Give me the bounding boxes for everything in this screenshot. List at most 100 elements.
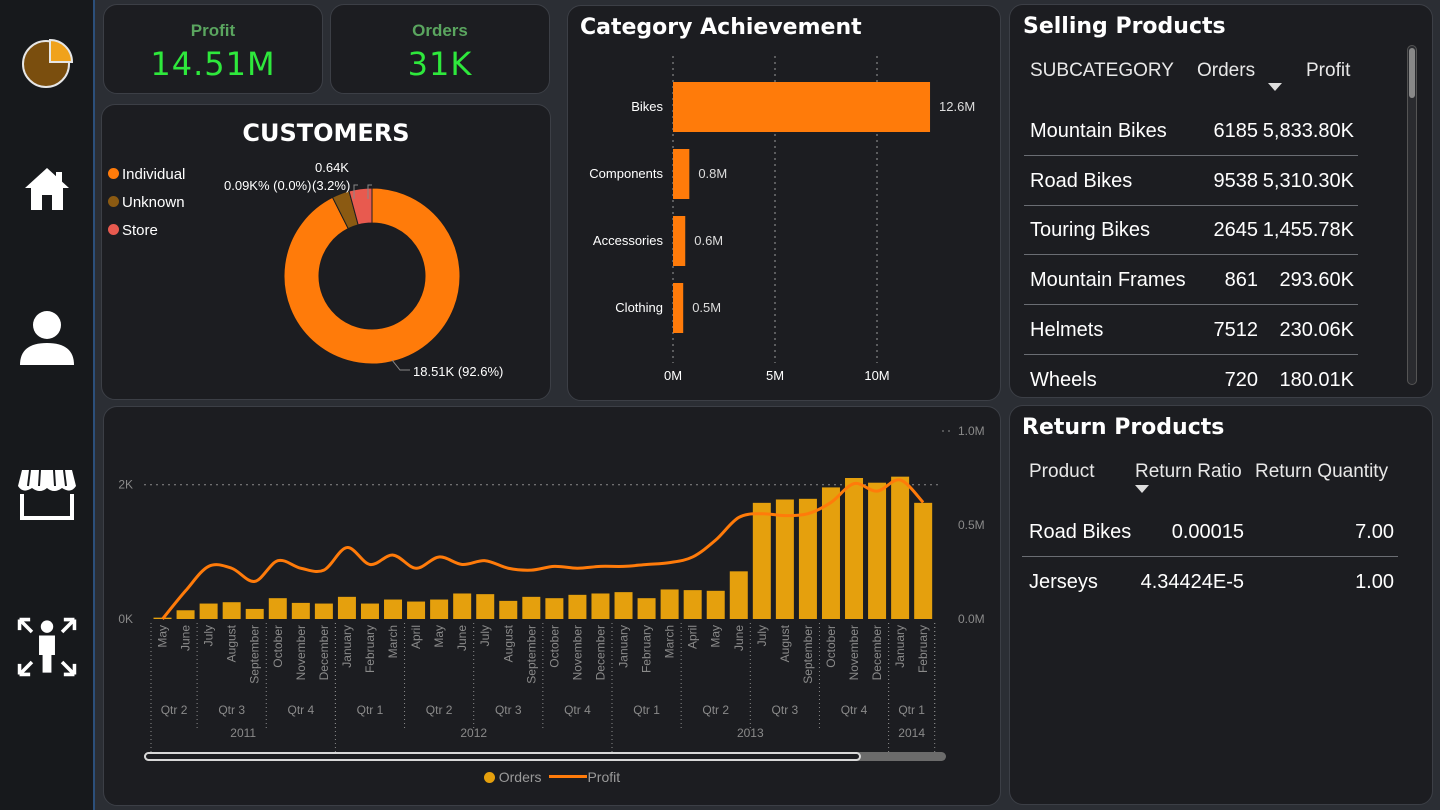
table-row[interactable]: Wheels 720 180.01K bbox=[1024, 355, 1358, 398]
home-icon[interactable] bbox=[16, 158, 78, 220]
y2-tick-label: 0.5M bbox=[958, 518, 985, 532]
quarter-label: Qtr 1 bbox=[898, 703, 925, 717]
quarter-label: Qtr 3 bbox=[772, 703, 799, 717]
category-bar[interactable] bbox=[673, 283, 684, 333]
orders-bar[interactable] bbox=[868, 482, 887, 619]
orders-bar[interactable] bbox=[476, 594, 495, 619]
month-label: October bbox=[824, 625, 838, 668]
return-products-card: Return Products Product Return Ratio Ret… bbox=[1009, 405, 1433, 805]
orders-bar[interactable] bbox=[430, 599, 449, 619]
orders-bar[interactable] bbox=[199, 603, 218, 619]
table-row[interactable]: Touring Bikes 2645 1,455.78K bbox=[1024, 205, 1358, 256]
table-row[interactable]: Helmets 7512 230.06K bbox=[1024, 305, 1358, 355]
pie-logo-icon[interactable] bbox=[16, 32, 78, 94]
orders-bar[interactable] bbox=[176, 610, 195, 619]
orders-profit-trend-card: 2K 0K 1.0M 0.5M 0.0M May June July August Septemb… bbox=[103, 406, 1001, 806]
col-header-orders[interactable]: Orders bbox=[1197, 60, 1255, 82]
table-row[interactable]: Mountain Frames 861 293.60K bbox=[1024, 255, 1358, 306]
col-header-profit[interactable]: Profit bbox=[1306, 60, 1350, 82]
orders-bar[interactable] bbox=[591, 593, 610, 619]
month-label: August bbox=[778, 624, 792, 662]
month-label: December bbox=[317, 625, 331, 680]
orders-bar[interactable] bbox=[384, 599, 403, 619]
orders-bar[interactable] bbox=[914, 502, 933, 619]
orders-bar[interactable] bbox=[729, 571, 748, 619]
orders-bar[interactable] bbox=[798, 498, 817, 619]
orders-bar[interactable] bbox=[891, 476, 910, 619]
month-label: April bbox=[686, 625, 700, 649]
sort-desc-icon[interactable] bbox=[1135, 485, 1149, 493]
orders-bar[interactable] bbox=[706, 590, 725, 619]
store-icon[interactable] bbox=[16, 464, 78, 526]
cell-subcategory: Mountain Frames bbox=[1030, 269, 1186, 292]
person-arrows-icon[interactable] bbox=[16, 616, 78, 678]
orders-bar[interactable] bbox=[222, 602, 241, 619]
y2-tick-label: 1.0M bbox=[958, 424, 985, 438]
cell-subcategory: Road Bikes bbox=[1030, 169, 1133, 192]
orders-bar[interactable] bbox=[545, 598, 564, 619]
category-label: Accessories bbox=[593, 233, 664, 248]
month-label: October bbox=[547, 625, 561, 668]
scrollbar-thumb[interactable] bbox=[1409, 48, 1415, 98]
profit-kpi-value: 14.51M bbox=[150, 45, 276, 83]
orders-bar[interactable] bbox=[407, 601, 426, 619]
chart-scrollbar[interactable] bbox=[144, 752, 946, 761]
table-row[interactable]: Road Bikes 0.00015 7.00 bbox=[1022, 507, 1398, 557]
month-label: November bbox=[847, 625, 861, 680]
sort-desc-icon[interactable] bbox=[1268, 83, 1282, 91]
month-label: October bbox=[271, 625, 285, 668]
category-label: Components bbox=[589, 166, 663, 181]
col-header-return-ratio[interactable]: Return Ratio bbox=[1135, 461, 1242, 483]
bar-value-label: 0.5M bbox=[692, 300, 721, 315]
month-label: July bbox=[202, 625, 216, 646]
quarter-label: Qtr 1 bbox=[633, 703, 660, 717]
cell-subcategory: Wheels bbox=[1030, 368, 1097, 391]
cell-subcategory: Helmets bbox=[1030, 318, 1104, 341]
quarter-label: Qtr 4 bbox=[287, 703, 314, 717]
orders-bar[interactable] bbox=[268, 598, 287, 619]
orders-bar[interactable] bbox=[314, 603, 333, 619]
orders-bar[interactable] bbox=[775, 499, 794, 619]
legend-item-orders[interactable]: Orders bbox=[483, 769, 542, 785]
col-header-product[interactable]: Product bbox=[1029, 461, 1094, 483]
user-icon[interactable] bbox=[16, 306, 78, 368]
orders-bar[interactable] bbox=[245, 608, 264, 619]
orders-bar[interactable] bbox=[752, 502, 771, 619]
orders-bar[interactable] bbox=[637, 598, 656, 619]
col-header-subcategory[interactable]: SUBCATEGORY bbox=[1030, 60, 1174, 82]
month-label: May bbox=[709, 625, 723, 648]
table-row[interactable]: Mountain Bikes 6185 5,833.80K bbox=[1024, 106, 1358, 156]
orders-bar[interactable] bbox=[522, 596, 541, 619]
category-bar[interactable] bbox=[673, 149, 690, 199]
col-header-return-quantity[interactable]: Return Quantity bbox=[1255, 461, 1388, 483]
chart-scrollbar-thumb[interactable] bbox=[144, 752, 861, 761]
orders-bar[interactable] bbox=[291, 602, 310, 619]
orders-bar[interactable] bbox=[845, 478, 864, 619]
orders-kpi-card: Orders 31K bbox=[330, 4, 550, 94]
orders-bar[interactable] bbox=[660, 589, 679, 619]
orders-kpi-value: 31K bbox=[407, 45, 473, 83]
month-label: July bbox=[755, 625, 769, 646]
orders-bar[interactable] bbox=[360, 603, 379, 619]
orders-bar[interactable] bbox=[499, 600, 518, 619]
cell-profit: 180.01K bbox=[1279, 368, 1354, 391]
orders-bar[interactable] bbox=[337, 596, 356, 619]
cell-subcategory: Mountain Bikes bbox=[1030, 120, 1167, 142]
legend-item-profit[interactable]: Profit bbox=[549, 769, 620, 785]
cell-subcategory: Touring Bikes bbox=[1030, 219, 1151, 242]
table-row[interactable]: Road Bikes 9538 5,310.30K bbox=[1024, 156, 1358, 206]
orders-bar[interactable] bbox=[683, 590, 702, 619]
quarter-label: Qtr 3 bbox=[495, 703, 522, 717]
category-bar[interactable] bbox=[673, 216, 686, 266]
orders-bar[interactable] bbox=[568, 594, 587, 619]
month-label: March bbox=[663, 625, 677, 658]
bar-value-label: 0.8M bbox=[698, 166, 727, 181]
category-bar[interactable] bbox=[673, 82, 931, 132]
orders-bar[interactable] bbox=[614, 592, 633, 619]
cell-product: Jerseys bbox=[1029, 571, 1098, 593]
cell-product: Road Bikes bbox=[1029, 521, 1132, 543]
x-tick-label: 5M bbox=[766, 368, 784, 383]
orders-bar[interactable] bbox=[453, 593, 472, 619]
selling-scrollbar[interactable] bbox=[1407, 45, 1417, 385]
table-row[interactable]: Jerseys 4.34424E-5 1.00 bbox=[1022, 557, 1398, 607]
